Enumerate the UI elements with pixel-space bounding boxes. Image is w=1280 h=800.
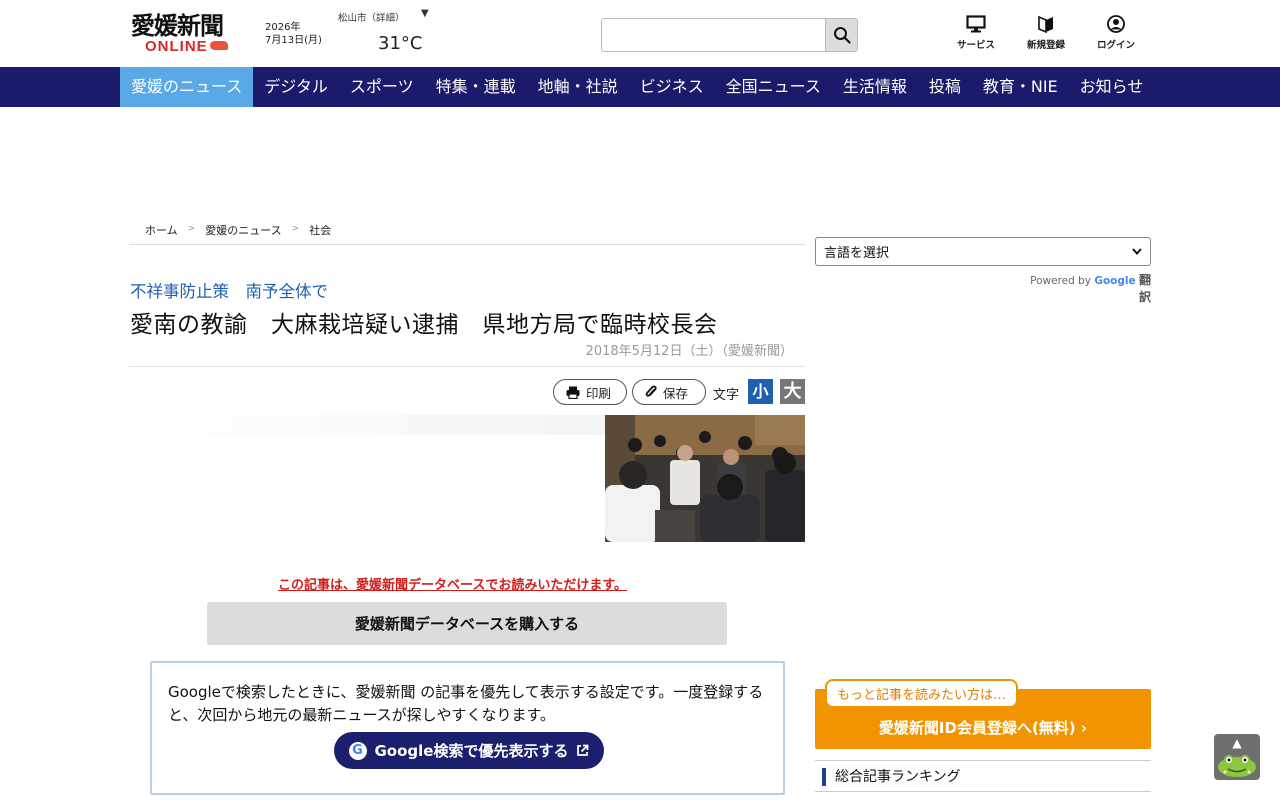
logo-sub-text: ONLINE xyxy=(145,39,241,54)
nav-item-notices[interactable]: お知らせ xyxy=(1069,67,1155,107)
google-icon: G xyxy=(348,741,367,760)
save-label: 保存 xyxy=(663,385,689,401)
powered-by-label: Powered by xyxy=(1030,275,1091,287)
photo-image xyxy=(605,415,805,542)
caret-down-icon[interactable]: ▼ xyxy=(421,8,429,19)
breadcrumb-separator: > xyxy=(291,224,300,234)
google-preference-button[interactable]: G Google検索で優先表示する xyxy=(334,732,604,769)
member-cta: 愛媛新聞ID会員登録へ(無料) › xyxy=(815,717,1151,738)
current-date: 2026年 7月13日(月) xyxy=(265,21,322,47)
nav-item-digital[interactable]: デジタル xyxy=(253,67,339,107)
nav-list: 愛媛のニュース デジタル スポーツ 特集・連載 地軸・社説 ビジネス 全国ニュー… xyxy=(120,67,1154,107)
search-icon xyxy=(833,27,851,44)
language-select-value: 言語を選択 xyxy=(824,246,890,261)
font-large-button[interactable]: 大 xyxy=(780,379,805,404)
member-register-banner[interactable]: もっと記事を読みたい方は… 愛媛新聞ID会員登録へ(無料) › xyxy=(815,679,1151,749)
search-button[interactable] xyxy=(825,18,858,52)
nav-item-sports[interactable]: スポーツ xyxy=(339,67,425,107)
save-button[interactable]: 保存 xyxy=(632,379,706,405)
language-select[interactable]: 言語を選択 xyxy=(815,237,1151,266)
member-bubble: もっと記事を読みたい方は… xyxy=(825,679,1019,708)
login-button[interactable]: ログイン xyxy=(1086,15,1146,51)
login-label: ログイン xyxy=(1096,40,1135,51)
paperclip-icon xyxy=(645,385,657,397)
google-wordmark: Google xyxy=(1094,275,1136,287)
breadcrumb-home[interactable]: ホーム xyxy=(145,222,178,244)
article-meta: 2018年5月12日（土）（愛媛新聞） xyxy=(585,344,793,359)
ranking-title: 総合記事ランキング xyxy=(835,769,961,785)
nav-item-lifestyle[interactable]: 生活情報 xyxy=(832,67,918,107)
nav-item-ehime-news[interactable]: 愛媛のニュース xyxy=(120,67,254,107)
service-label: サービス xyxy=(956,40,995,51)
google-preference-text: Googleで検索したときに、愛媛新聞 の記事を優先して表示する設定です。一度登… xyxy=(168,683,764,724)
user-icon xyxy=(1107,15,1125,33)
buy-database-button[interactable]: 愛媛新聞データベースを購入する xyxy=(207,602,727,645)
breadcrumb-separator: > xyxy=(187,224,196,234)
date-year: 2026年 xyxy=(265,22,301,33)
logo-main-text: 愛媛新聞 xyxy=(131,11,224,40)
font-size-label: 文字 xyxy=(713,388,740,403)
breadcrumb: ホーム > 愛媛のニュース > 社会 xyxy=(129,222,805,245)
printer-icon xyxy=(566,386,580,399)
article-subtitle: 不祥事防止策 南予全体で xyxy=(130,282,328,301)
google-preference-label: Google検索で優先表示する xyxy=(374,742,569,760)
beginner-mark-icon xyxy=(1038,15,1053,33)
nav-item-features[interactable]: 特集・連載 xyxy=(425,67,527,107)
print-button[interactable]: 印刷 xyxy=(553,379,627,405)
ranking-header: 総合記事ランキング xyxy=(815,760,1151,792)
fade-overlay xyxy=(129,415,605,435)
breadcrumb-society[interactable]: 社会 xyxy=(309,222,331,244)
caret-up-icon: ▲ xyxy=(1232,736,1242,750)
nav-item-national[interactable]: 全国ニュース xyxy=(715,67,832,107)
nav-item-posts[interactable]: 投稿 xyxy=(918,67,972,107)
article-title: 愛南の教諭 大麻栽培疑い逮捕 県地方局で臨時校長会 xyxy=(130,312,718,338)
register-label: 新規登録 xyxy=(1026,40,1065,51)
nav-item-business[interactable]: ビジネス xyxy=(629,67,715,107)
article-photo[interactable] xyxy=(605,415,805,542)
site-header: 愛媛新聞 ONLINE 2026年 7月13日(月) 松山市（詳細） ▼ 31°… xyxy=(0,0,1280,67)
translate-label: 翻訳 xyxy=(1138,273,1151,304)
service-button[interactable]: サービス xyxy=(946,15,1006,51)
date-day: 7月13日(月) xyxy=(265,35,322,46)
logo-mark-icon xyxy=(209,41,228,50)
paywall-notice-link[interactable]: この記事は、愛媛新聞データベースでお読みいただけます。 xyxy=(278,574,627,593)
site-logo[interactable]: 愛媛新聞 ONLINE xyxy=(131,12,241,54)
weather-location-link[interactable]: 松山市（詳細） xyxy=(338,10,405,24)
print-label: 印刷 xyxy=(586,385,612,401)
breadcrumb-ehime-news[interactable]: 愛媛のニュース xyxy=(205,222,281,244)
powered-by-google[interactable]: Powered by Google 翻訳 xyxy=(1025,271,1151,305)
monitor-icon xyxy=(966,15,986,33)
temperature: 31°C xyxy=(378,33,423,54)
nav-item-editorial[interactable]: 地軸・社説 xyxy=(527,67,629,107)
chevron-right-icon: › xyxy=(1080,719,1088,737)
main-nav: 愛媛のニュース デジタル スポーツ 特集・連載 地軸・社説 ビジネス 全国ニュー… xyxy=(0,67,1280,107)
nav-item-education[interactable]: 教育・NIE xyxy=(972,67,1069,107)
register-button[interactable]: 新規登録 xyxy=(1016,15,1076,51)
member-cta-label: 愛媛新聞ID会員登録へ(無料) xyxy=(878,719,1076,737)
back-to-top-button[interactable]: ▲ xyxy=(1214,734,1260,780)
external-link-icon xyxy=(577,744,589,756)
google-preference-box: Googleで検索したときに、愛媛新聞 の記事を優先して表示する設定です。一度登… xyxy=(150,661,785,795)
font-small-button[interactable]: 小 xyxy=(748,379,773,404)
ranking-accent-bar xyxy=(822,768,826,786)
search-input[interactable] xyxy=(601,18,827,52)
chevron-down-icon xyxy=(1132,248,1142,255)
divider xyxy=(129,366,805,367)
